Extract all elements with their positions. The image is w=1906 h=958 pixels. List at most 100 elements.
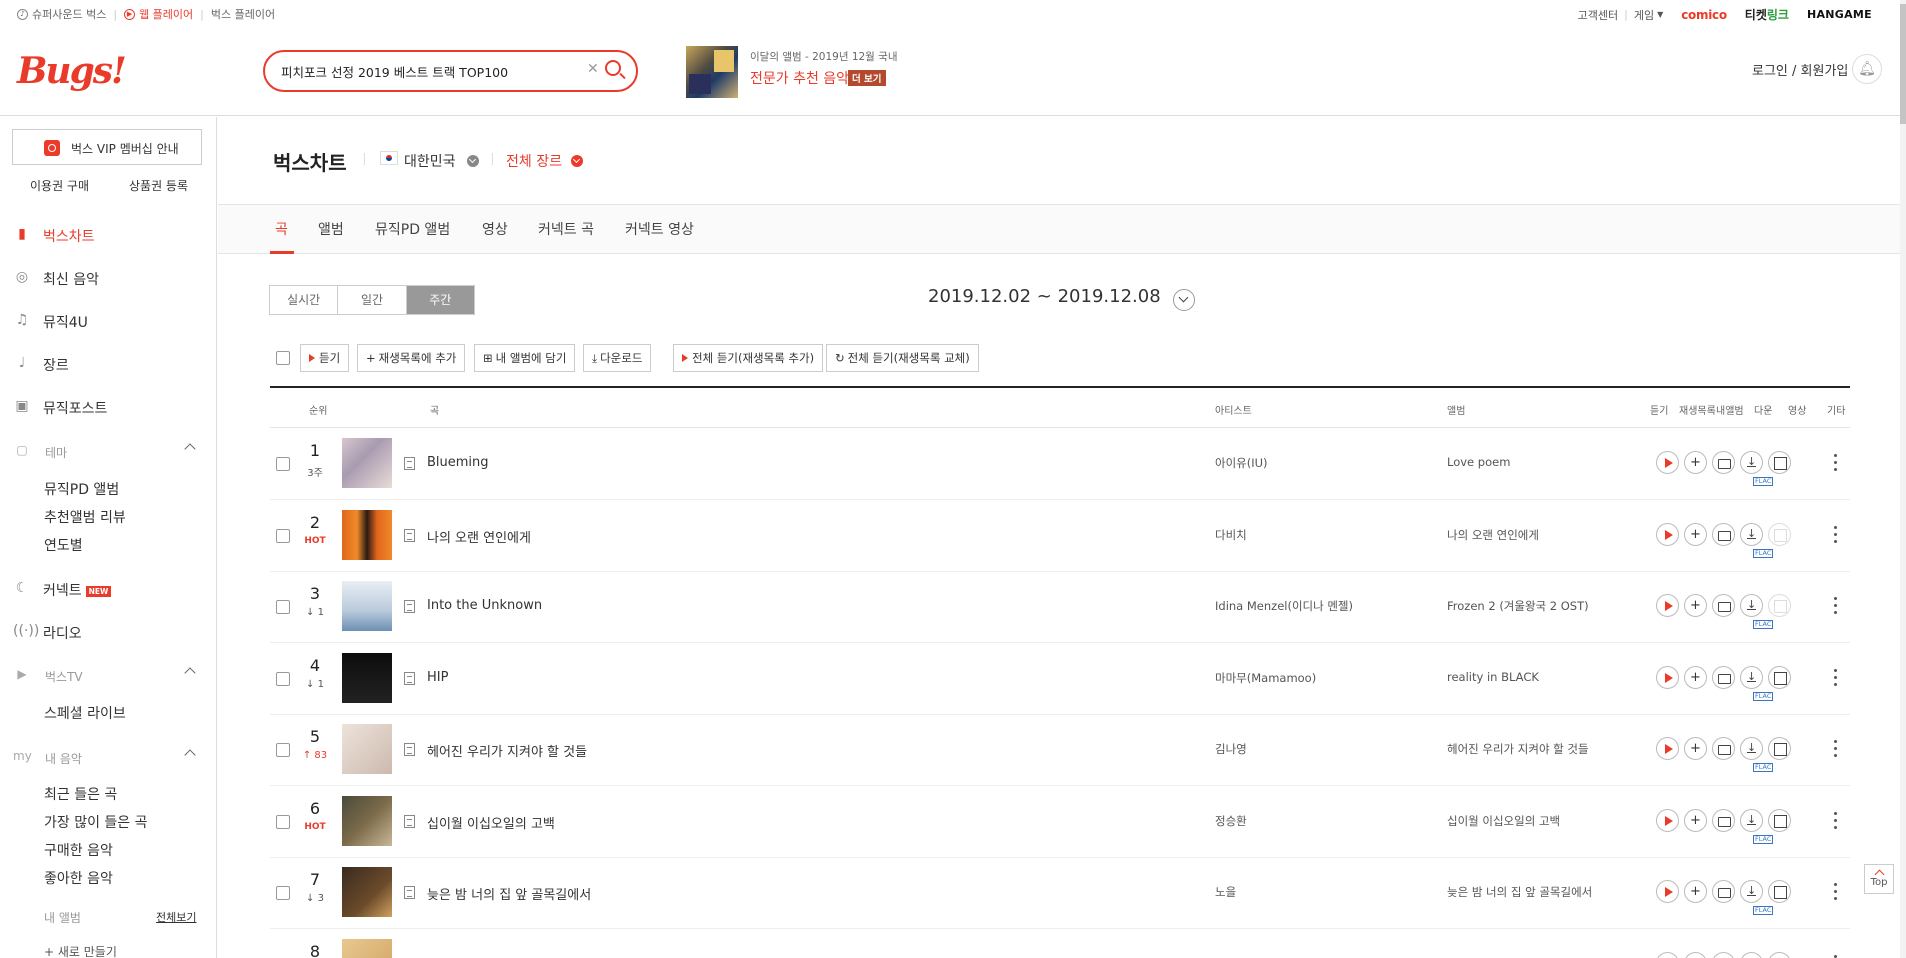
- game-menu[interactable]: 게임: [1634, 7, 1654, 23]
- play-icon[interactable]: [1656, 665, 1679, 689]
- download-button[interactable]: ⤓ 다운로드: [583, 344, 652, 372]
- listen-all-replace-button[interactable]: ↻ 전체 듣기(재생목록 교체): [826, 344, 979, 372]
- play-icon[interactable]: [1656, 880, 1679, 903]
- artist-name[interactable]: 아이유(IU): [1215, 455, 1268, 471]
- add-album-icon[interactable]: [1712, 737, 1735, 760]
- add-album-icon[interactable]: [1712, 665, 1735, 689]
- add-playlist-icon[interactable]: +: [1684, 594, 1707, 617]
- video-icon[interactable]: [1768, 808, 1791, 832]
- sidebar-item-purchased[interactable]: 구매한 음악: [44, 840, 113, 860]
- sidebar-section-bugstv[interactable]: ▶ 벅스TV: [0, 665, 217, 687]
- song-title[interactable]: Into the Unknown: [427, 598, 542, 613]
- promo-more-badge[interactable]: 더 보기: [848, 70, 886, 86]
- search-input[interactable]: [281, 61, 581, 81]
- sidebar-item-musicpost[interactable]: ▣ 뮤직포스트: [0, 395, 217, 419]
- row-checkbox[interactable]: [276, 886, 290, 900]
- sidebar-item-new-music[interactable]: ◎ 최신 음악: [0, 266, 217, 290]
- bell-icon[interactable]: 🔔︎: [1852, 54, 1882, 84]
- video-icon[interactable]: [1768, 880, 1791, 903]
- more-options-icon[interactable]: [1832, 737, 1838, 761]
- tab-connect-videos[interactable]: 커넥트 영상: [625, 219, 694, 239]
- download-icon[interactable]: [1740, 951, 1763, 958]
- add-playlist-icon[interactable]: +: [1684, 737, 1707, 760]
- bugs-player-link[interactable]: 벅스 플레이어: [211, 6, 275, 22]
- add-playlist-icon[interactable]: +: [1684, 522, 1707, 546]
- lyrics-icon[interactable]: [404, 814, 415, 828]
- add-album-icon[interactable]: [1712, 880, 1735, 903]
- song-title[interactable]: HIP: [427, 670, 448, 685]
- row-checkbox[interactable]: [276, 743, 290, 757]
- add-playlist-icon[interactable]: +: [1684, 951, 1707, 958]
- download-icon[interactable]: [1740, 665, 1763, 689]
- vip-button[interactable]: 벅스 VIP 멤버십 안내: [12, 129, 202, 165]
- add-playlist-icon[interactable]: +: [1684, 451, 1707, 474]
- sidebar-item-radio[interactable]: ((·)) 라디오: [0, 620, 217, 644]
- hangame-link[interactable]: HANGAME: [1807, 8, 1872, 21]
- lyrics-icon[interactable]: [404, 457, 415, 470]
- video-icon[interactable]: [1768, 951, 1791, 958]
- add-playlist-icon[interactable]: +: [1684, 665, 1707, 689]
- lyrics-icon[interactable]: [404, 528, 415, 542]
- sidebar-item-chart[interactable]: ▮ 벅스차트: [0, 223, 217, 247]
- sidebar-item-genre[interactable]: ♩ 장르: [0, 352, 217, 376]
- album-name[interactable]: 늦은 밤 너의 집 앞 골목길에서: [1447, 884, 1592, 900]
- song-title[interactable]: 늦은 밤 너의 집 앞 골목길에서: [427, 884, 591, 903]
- row-checkbox[interactable]: [276, 600, 290, 614]
- lyrics-icon[interactable]: [404, 743, 415, 756]
- video-icon[interactable]: [1768, 737, 1791, 760]
- play-icon[interactable]: [1656, 594, 1679, 617]
- download-icon[interactable]: [1740, 522, 1763, 546]
- more-options-icon[interactable]: [1832, 451, 1838, 475]
- register-voucher-link[interactable]: 상품권 등록: [129, 177, 188, 194]
- tab-musicpd-albums[interactable]: 뮤직PD 앨범: [375, 219, 450, 239]
- sidebar-section-mymusic[interactable]: my 내 음악: [0, 747, 217, 769]
- more-options-icon[interactable]: [1832, 952, 1838, 958]
- album-art[interactable]: [342, 438, 392, 488]
- sidebar-item-liked[interactable]: 좋아한 음악: [44, 868, 113, 888]
- ticketlink-link[interactable]: 티켓링크: [1745, 6, 1789, 23]
- artist-name[interactable]: 정승환: [1215, 813, 1247, 829]
- album-art[interactable]: [342, 724, 392, 774]
- song-title[interactable]: Blueming: [427, 455, 489, 470]
- sidebar-item-connect[interactable]: ☾ 커넥트 NEW: [0, 577, 217, 601]
- add-album-icon[interactable]: [1712, 594, 1735, 617]
- tab-albums[interactable]: 앨범: [318, 219, 344, 239]
- album-name[interactable]: reality in BLACK: [1447, 670, 1539, 684]
- album-art[interactable]: [342, 652, 392, 703]
- artist-name[interactable]: 다비치: [1215, 527, 1247, 543]
- period-daily[interactable]: 일간: [338, 286, 407, 314]
- tab-connect-songs[interactable]: 커넥트 곡: [538, 219, 594, 239]
- album-name[interactable]: Love poem: [1447, 455, 1510, 469]
- lyrics-icon[interactable]: [404, 671, 415, 685]
- sidebar-item-music4u[interactable]: ♫ 뮤직4U: [0, 309, 217, 333]
- sidebar-item-musicpd-album[interactable]: 뮤직PD 앨범: [44, 479, 119, 499]
- more-options-icon[interactable]: [1832, 880, 1838, 904]
- buy-pass-link[interactable]: 이용권 구매: [30, 177, 89, 194]
- more-options-icon[interactable]: [1832, 809, 1838, 833]
- row-checkbox[interactable]: [276, 457, 290, 471]
- video-icon[interactable]: [1768, 451, 1791, 474]
- comico-link[interactable]: comico: [1681, 8, 1727, 22]
- album-name[interactable]: 십이월 이십오일의 고백: [1447, 813, 1560, 829]
- album-art[interactable]: [342, 938, 392, 958]
- album-art[interactable]: [342, 795, 392, 846]
- song-title[interactable]: 헤어진 우리가 지켜야 할 것들: [427, 741, 587, 760]
- album-name[interactable]: 헤어진 우리가 지켜야 할 것들: [1447, 741, 1589, 757]
- song-title[interactable]: 십이월 이십오일의 고백: [427, 813, 555, 832]
- lyrics-icon[interactable]: [404, 600, 415, 613]
- album-art[interactable]: [342, 867, 392, 917]
- artist-name[interactable]: Idina Menzel(이디나 멘젤): [1215, 598, 1353, 614]
- artist-name[interactable]: 마마무(Mamamoo): [1215, 670, 1316, 686]
- country-select[interactable]: 대한민국: [404, 151, 456, 171]
- date-dropdown-icon[interactable]: [1173, 289, 1195, 311]
- album-name[interactable]: 나의 오랜 연인에게: [1447, 527, 1539, 543]
- play-icon[interactable]: [1656, 951, 1679, 958]
- sidebar-item-recent[interactable]: 최근 들은 곡: [44, 784, 117, 804]
- add-my-album-button[interactable]: ⊞ 내 앨범에 담기: [474, 344, 576, 372]
- play-icon[interactable]: [1656, 737, 1679, 760]
- add-playlist-button[interactable]: + 재생목록에 추가: [357, 344, 466, 372]
- search-icon[interactable]: [605, 60, 621, 76]
- album-art[interactable]: [342, 509, 392, 560]
- clear-icon[interactable]: ✕: [587, 61, 599, 77]
- more-options-icon[interactable]: [1832, 666, 1838, 690]
